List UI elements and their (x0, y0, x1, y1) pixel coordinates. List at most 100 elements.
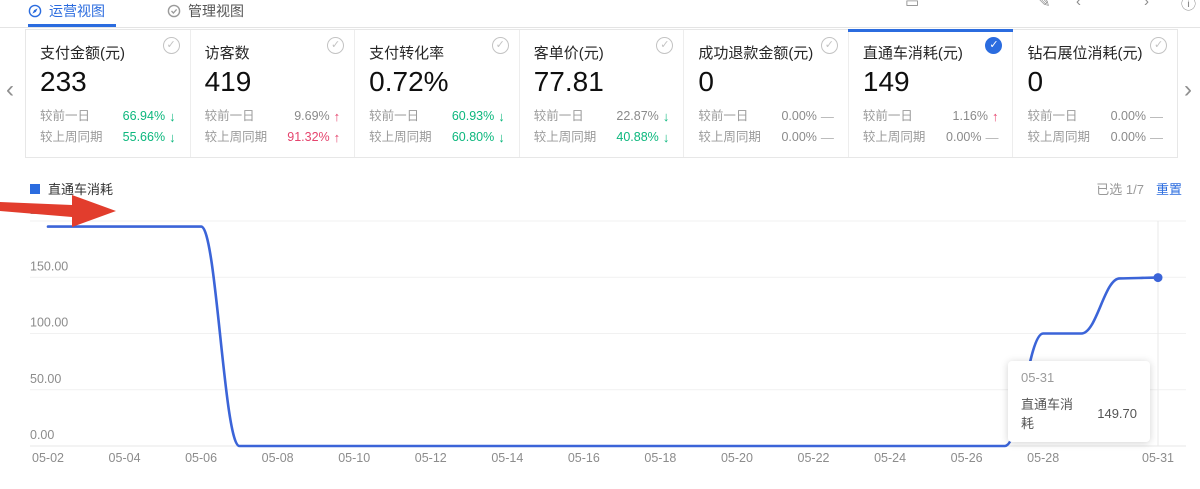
up-arrow-icon: ↑ (992, 106, 999, 127)
flat-arrow-icon: — (821, 127, 834, 148)
metric-card[interactable]: ✓ 直通车消耗(元) 149 较前一日1.16%↑较上周同期0.00%— (849, 30, 1014, 157)
card-title: 支付转化率 (369, 44, 505, 64)
selected-count: 已选 1/7 (1096, 182, 1144, 197)
card-check-icon[interactable]: ✓ (656, 37, 673, 54)
flat-arrow-icon: — (1150, 106, 1163, 127)
compare-label: 较前一日 (40, 106, 90, 127)
card-check-icon[interactable]: ✓ (492, 37, 509, 54)
x-tick-label: 05-02 (32, 451, 64, 465)
metric-card[interactable]: ✓ 钻石展位消耗(元) 0 较前一日0.00%—较上周同期0.00%— (1013, 30, 1177, 157)
tab-management-view[interactable]: 管理视图 (167, 1, 244, 21)
card-compare-row: 较前一日 0.00%— (1027, 106, 1163, 127)
down-arrow-icon: ↓ (498, 127, 505, 148)
selection-info: 已选 1/7 重置 (1096, 179, 1182, 198)
card-compare-row: 较前一日9.69%↑ (205, 106, 341, 127)
card-value: 77.81 (534, 65, 670, 99)
compare-label: 较前一日 (369, 106, 419, 127)
card-title: 客单价(元) (534, 44, 670, 64)
cards-scroll-right-icon[interactable]: › (1184, 78, 1192, 102)
card-title: 钻石展位消耗(元) (1027, 44, 1163, 64)
card-title: 成功退款金额(元) (698, 44, 834, 64)
x-tick-label: 05-18 (644, 451, 676, 465)
card-title: 访客数 (205, 44, 341, 64)
edit-icon[interactable]: ✎ (1038, 0, 1051, 11)
y-tick-label: 0.00 (30, 428, 54, 442)
compare-value: 55.66%↓ (123, 127, 176, 148)
dashboard: 运营视图 管理视图 ▭ ✎ ‹ › ⓘ ‹ › ✓ 支付金额(元) 233 较前… (0, 0, 1200, 489)
date-range-icon[interactable]: ▭ (905, 0, 919, 11)
x-tick-label: 05-31 (1142, 451, 1174, 465)
tab-label: 运营视图 (49, 1, 105, 21)
card-value: 0 (1027, 65, 1163, 99)
x-tick-label: 05-10 (338, 451, 370, 465)
card-check-icon[interactable]: ✓ (985, 37, 1002, 54)
compass-icon (28, 4, 42, 18)
flat-arrow-icon: — (821, 106, 834, 127)
compare-label: 较上周同期 (698, 127, 761, 148)
compare-value: 60.93%↓ (452, 106, 505, 127)
compare-value: 91.32%↑ (287, 127, 340, 148)
x-tick-label: 05-08 (262, 451, 294, 465)
metric-card[interactable]: ✓ 客单价(元) 77.81 较前一日22.87%↓较上周同期40.88%↓ (520, 30, 685, 157)
x-tick-label: 05-04 (109, 451, 141, 465)
metric-cards: ✓ 支付金额(元) 233 较前一日66.94%↓较上周同期55.66%↓ ✓ … (25, 29, 1178, 158)
chart-section: 0.0050.00100.00150.00200.0005-0205-0405-… (0, 165, 1200, 489)
compare-label: 较前一日 (1027, 106, 1077, 127)
top-bar: 运营视图 管理视图 ▭ ✎ ‹ › ⓘ (0, 0, 1200, 28)
info-icon[interactable]: ⓘ (1181, 0, 1196, 14)
card-check-icon[interactable]: ✓ (163, 37, 180, 54)
x-tick-label: 05-22 (798, 451, 830, 465)
legend-swatch (30, 184, 40, 194)
y-tick-label: 150.00 (30, 259, 68, 273)
card-title: 直通车消耗(元) (863, 44, 999, 64)
compare-label: 较前一日 (534, 106, 584, 127)
compare-value: 60.80%↓ (452, 127, 505, 148)
x-tick-label: 05-16 (568, 451, 600, 465)
compare-value: 0.00%— (946, 127, 998, 148)
card-compare-row: 较上周同期 55.66%↓ (40, 127, 176, 148)
flat-arrow-icon: — (1150, 127, 1163, 148)
card-compare-row: 较上周同期0.00%— (863, 127, 999, 148)
prev-period-icon[interactable]: ‹ (1076, 0, 1081, 10)
compare-label: 较上周同期 (40, 127, 103, 148)
card-check-icon[interactable]: ✓ (821, 37, 838, 54)
cards-scroll-left-icon[interactable]: ‹ (6, 78, 14, 102)
card-compare-rows: 较前一日1.16%↑较上周同期0.00%— (863, 106, 999, 148)
card-compare-rows: 较前一日9.69%↑较上周同期 91.32%↑ (205, 106, 341, 148)
card-check-icon[interactable]: ✓ (1150, 37, 1167, 54)
compare-value: 0.00%— (1111, 127, 1163, 148)
metric-card[interactable]: ✓ 成功退款金额(元) 0 较前一日0.00%—较上周同期0.00%— (684, 30, 849, 157)
card-compare-row: 较上周同期 91.32%↑ (205, 127, 341, 148)
compare-value: 1.16%↑ (953, 106, 999, 127)
metric-card[interactable]: ✓ 支付转化率 0.72% 较前一日 60.93%↓较上周同期60.80%↓ (355, 30, 520, 157)
compare-label: 较上周同期 (534, 127, 597, 148)
trend-line (48, 227, 1158, 446)
compare-label: 较前一日 (698, 106, 748, 127)
down-arrow-icon: ↓ (169, 127, 176, 148)
down-arrow-icon: ↓ (663, 106, 670, 127)
next-period-icon[interactable]: › (1144, 0, 1149, 10)
compare-label: 较上周同期 (205, 127, 268, 148)
card-check-icon[interactable]: ✓ (327, 37, 344, 54)
x-tick-label: 05-14 (491, 451, 523, 465)
chart-tooltip: 05-31 直通车消耗 149.70 (1008, 361, 1150, 442)
reset-link[interactable]: 重置 (1156, 182, 1182, 197)
active-tab-underline (28, 24, 116, 27)
view-tabs: 运营视图 管理视图 (28, 0, 244, 26)
tooltip-date: 05-31 (1021, 370, 1137, 385)
card-value: 0 (698, 65, 834, 99)
card-compare-rows: 较前一日66.94%↓较上周同期 55.66%↓ (40, 106, 176, 148)
card-value: 0.72% (369, 65, 505, 99)
metric-card[interactable]: ✓ 支付金额(元) 233 较前一日66.94%↓较上周同期55.66%↓ (26, 30, 191, 157)
card-compare-row: 较前一日66.94%↓ (40, 106, 176, 127)
down-arrow-icon: ↓ (169, 106, 176, 127)
last-point-dot (1154, 273, 1163, 282)
metric-card[interactable]: ✓ 访客数 419 较前一日9.69%↑较上周同期91.32%↑ (191, 30, 356, 157)
tab-operations-view[interactable]: 运营视图 (28, 1, 105, 21)
up-arrow-icon: ↑ (334, 127, 341, 148)
card-title: 支付金额(元) (40, 44, 176, 64)
compare-value: 0.00%— (1111, 106, 1163, 127)
card-compare-rows: 较前一日 60.93%↓较上周同期60.80%↓ (369, 106, 505, 148)
card-compare-row: 较上周同期40.88%↓ (534, 127, 670, 148)
card-compare-row: 较上周同期60.80%↓ (369, 127, 505, 148)
